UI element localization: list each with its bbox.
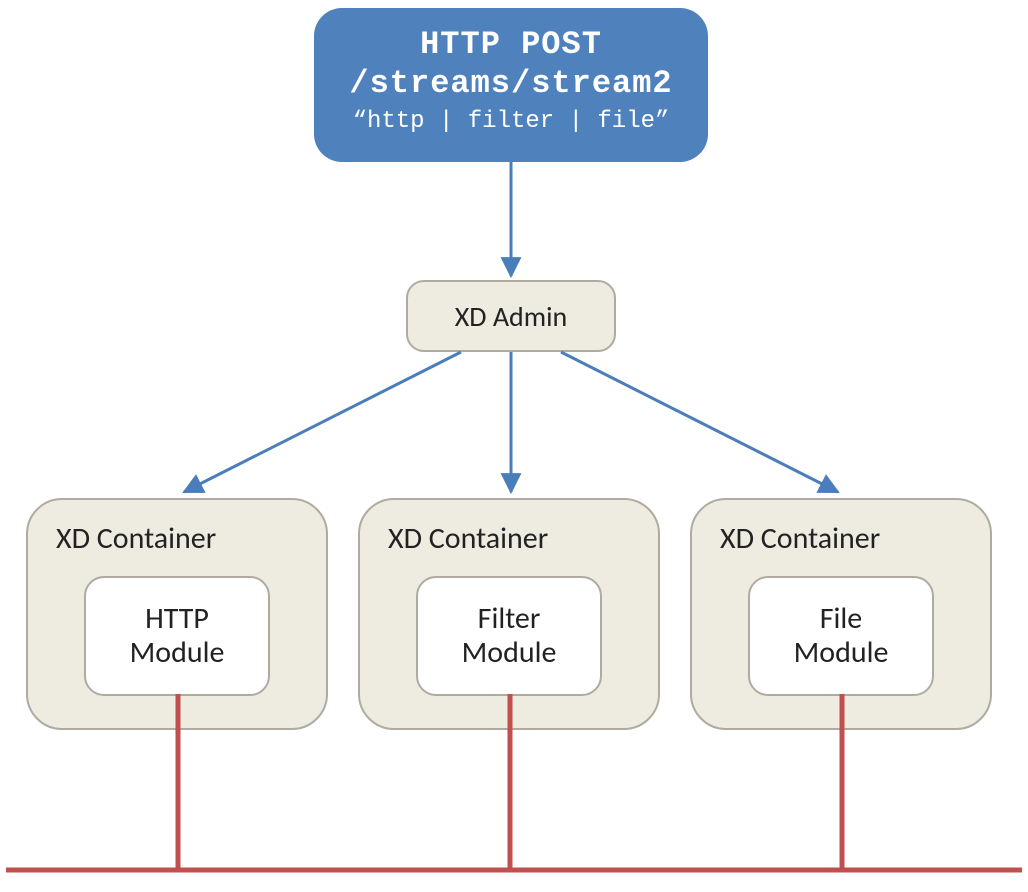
xd-admin-box: XD Admin [406, 280, 616, 352]
http-path-label: /streams/stream2 [322, 65, 700, 102]
http-method-label: HTTP POST [322, 26, 700, 63]
xd-container-1: XD Container HTTP Module [26, 498, 328, 730]
module-word: Module [462, 636, 557, 671]
module-word: Module [130, 636, 225, 671]
file-module-box: File Module [748, 576, 934, 696]
arrow-admin-to-c3 [561, 352, 838, 492]
container-title: XD Container [720, 520, 972, 557]
http-post-box: HTTP POST /streams/stream2 “http | filte… [314, 8, 708, 162]
xd-admin-label: XD Admin [455, 299, 568, 334]
container-title: XD Container [388, 520, 640, 557]
module-name: Filter [478, 602, 541, 637]
module-word: Module [794, 636, 889, 671]
http-body-label: “http | filter | file” [322, 108, 700, 135]
container-title: XD Container [56, 520, 308, 557]
filter-module-box: Filter Module [416, 576, 602, 696]
http-module-box: HTTP Module [84, 576, 270, 696]
xd-container-3: XD Container File Module [690, 498, 992, 730]
module-name: HTTP [145, 602, 209, 637]
xd-container-2: XD Container Filter Module [358, 498, 660, 730]
arrow-admin-to-c1 [184, 352, 461, 492]
module-name: File [820, 602, 862, 637]
